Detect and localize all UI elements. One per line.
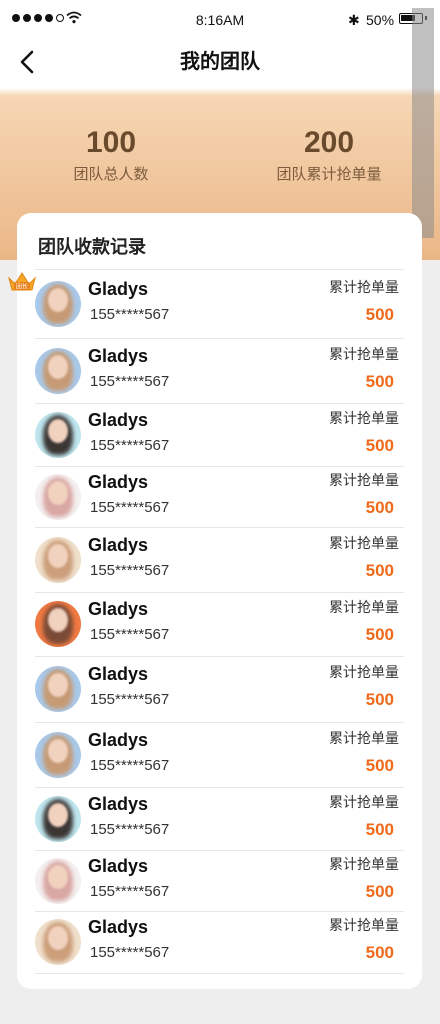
member-phone: 155*****567: [90, 626, 170, 643]
orders-value: 500: [365, 756, 394, 775]
member-row[interactable]: Gladys 155*****567 累计抢单量 500: [35, 592, 404, 657]
page-title: 我的团队: [180, 51, 260, 73]
orders-label: 累计抢单量: [329, 279, 399, 295]
member-phone: 155*****567: [90, 306, 170, 323]
member-row[interactable]: Gladys 155*****567 累计抢单量 500: [35, 466, 404, 528]
member-row[interactable]: Gladys 155*****567 累计抢单量 500: [35, 911, 404, 974]
avatar: [35, 281, 81, 327]
avatar: [35, 412, 81, 458]
orders-label: 累计抢单量: [329, 535, 399, 551]
member-phone: 155*****567: [90, 821, 170, 838]
orders-value: 500: [365, 305, 394, 324]
orders-label: 累计抢单量: [329, 599, 399, 615]
orders-value: 500: [365, 372, 394, 391]
watermark-strip: [412, 8, 434, 238]
member-row[interactable]: Gladys 155*****567 累计抢单量 500: [35, 403, 404, 467]
member-phone: 155*****567: [90, 757, 170, 774]
member-row[interactable]: Gladys 155*****567 累计抢单量 500: [35, 656, 404, 723]
card-title: 团队收款记录: [38, 237, 146, 257]
leader-badge-text: 团长: [16, 283, 28, 291]
member-name: Gladys: [88, 410, 149, 430]
battery-percent: 50%: [366, 12, 395, 28]
member-name: Gladys: [88, 279, 149, 299]
orders-value: 500: [365, 882, 394, 901]
avatar: [35, 919, 81, 965]
stat-total-orders-label: 团队累计抢单量: [276, 166, 382, 183]
member-row[interactable]: Gladys 155*****567 累计抢单量 500: [35, 722, 404, 788]
crown-icon: 团长: [8, 272, 36, 291]
member-name: Gladys: [88, 472, 149, 492]
member-phone: 155*****567: [90, 883, 170, 900]
orders-value: 500: [365, 625, 394, 644]
orders-value: 500: [365, 498, 394, 517]
orders-label: 累计抢单量: [329, 917, 399, 933]
member-name: Gladys: [88, 664, 149, 684]
member-name: Gladys: [88, 917, 149, 937]
member-name: Gladys: [88, 856, 149, 876]
orders-value: 500: [365, 561, 394, 580]
orders-label: 累计抢单量: [329, 472, 399, 488]
orders-label: 累计抢单量: [329, 410, 399, 426]
avatar: [35, 666, 81, 712]
member-phone: 155*****567: [90, 562, 170, 579]
member-phone: 155*****567: [90, 944, 170, 961]
nav-bar: 我的团队: [0, 40, 440, 84]
avatar: [35, 474, 81, 520]
member-row[interactable]: Gladys 155*****567 累计抢单量 500: [35, 850, 404, 912]
member-name: Gladys: [88, 730, 149, 750]
member-phone: 155*****567: [90, 691, 170, 708]
orders-label: 累计抢单量: [329, 346, 399, 362]
member-name: Gladys: [88, 535, 149, 555]
member-row[interactable]: Gladys 155*****567 累计抢单量 500: [35, 787, 404, 851]
member-row[interactable]: Gladys 155*****567 累计抢单量 500: [35, 270, 404, 339]
orders-label: 累计抢单量: [329, 730, 399, 746]
member-row[interactable]: Gladys 155*****567 累计抢单量 500: [35, 527, 404, 593]
avatar: [35, 732, 81, 778]
orders-value: 500: [365, 943, 394, 962]
orders-value: 500: [365, 436, 394, 455]
member-phone: 155*****567: [90, 499, 170, 516]
orders-label: 累计抢单量: [329, 664, 399, 680]
member-name: Gladys: [88, 599, 149, 619]
stat-total-orders-value: 200: [303, 126, 355, 159]
status-bar: 8:16AM ✱ 50%: [0, 0, 440, 40]
orders-value: 500: [365, 690, 394, 709]
team-records-card: 团队收款记录 Gladys 155*****567 累计抢单量 500 Gladys 15…: [17, 213, 422, 989]
bluetooth-icon: ✱: [348, 12, 360, 28]
orders-label: 累计抢单量: [329, 794, 399, 810]
member-phone: 155*****567: [90, 437, 170, 454]
avatar: [35, 537, 81, 583]
member-phone: 155*****567: [90, 373, 170, 390]
avatar: [35, 601, 81, 647]
member-name: Gladys: [88, 794, 149, 814]
avatar: [35, 858, 81, 904]
stat-total-orders: 200 团队累计抢单量: [229, 125, 429, 184]
orders-value: 500: [365, 820, 394, 839]
member-name: Gladys: [88, 346, 149, 366]
avatar: [35, 796, 81, 842]
member-row[interactable]: Gladys 155*****567 累计抢单量 500: [35, 338, 404, 404]
stat-total-members-label: 团队总人数: [73, 166, 149, 183]
stat-total-members: 100 团队总人数: [11, 125, 211, 184]
orders-label: 累计抢单量: [329, 856, 399, 872]
stat-total-members-value: 100: [85, 126, 137, 159]
avatar: [35, 348, 81, 394]
